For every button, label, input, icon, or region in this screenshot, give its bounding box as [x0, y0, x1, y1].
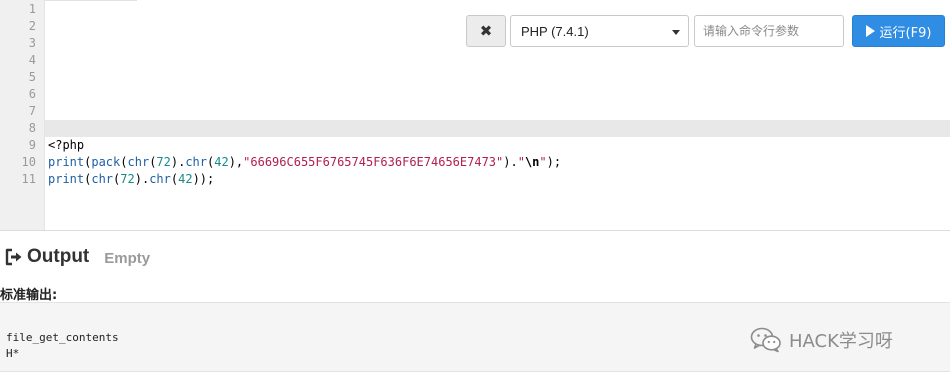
language-select[interactable]: PHP (7.4.1)	[510, 15, 689, 47]
wechat-icon	[750, 327, 781, 353]
line-number: 2	[28, 19, 36, 33]
chevron-down-icon	[672, 30, 680, 35]
line-number: 11	[21, 172, 36, 186]
watermark-text: HACK学习呀	[789, 331, 893, 352]
clear-button[interactable]: ✖	[466, 15, 506, 47]
code-token-function: print	[48, 172, 85, 186]
code-token: <?php	[48, 138, 85, 152]
code-token-function: chr	[91, 172, 114, 186]
line-number: 1	[28, 2, 36, 16]
code-token-string: "66696C655F6765745F636F6E74656E7473"	[243, 155, 504, 169]
code-token: ).	[134, 172, 150, 186]
code-token: (	[120, 155, 128, 169]
code-token-number: 72	[120, 172, 135, 186]
code-token: ),	[228, 155, 244, 169]
line-number: 3	[28, 36, 36, 50]
output-status: Empty	[104, 250, 151, 267]
code-token-number: 42	[178, 172, 193, 186]
code-token: ).	[170, 155, 186, 169]
line-number-gutter: 1 2 3 4 5 6 7 8 9 10 11	[0, 0, 45, 230]
code-token-function: print	[48, 155, 85, 169]
run-button[interactable]: 运行(F9)	[852, 15, 945, 47]
code-token: ).	[503, 155, 518, 169]
stdout-label: 标准输出:	[0, 288, 58, 303]
code-token-number: 72	[156, 155, 171, 169]
line-number: 5	[28, 70, 36, 84]
watermark: HACK学习呀	[750, 326, 893, 354]
code-token-string: "	[539, 155, 547, 169]
code-token-string: "	[517, 155, 525, 169]
code-token-function: pack	[91, 155, 121, 169]
code-token-function: chr	[185, 155, 208, 169]
run-button-label: 运行(F9)	[879, 25, 932, 41]
close-icon: ✖	[479, 23, 493, 40]
stdout-line: file_get_contents	[6, 331, 119, 344]
code-token-escape: \n	[524, 155, 540, 169]
line-number: 9	[28, 138, 36, 152]
code-token: ));	[192, 172, 215, 186]
language-select-value: PHP (7.4.1)	[521, 23, 589, 39]
code-line-10[interactable]: print(pack(chr(72).chr(42),"66696C655F67…	[48, 154, 561, 171]
line-number: 10	[21, 155, 36, 169]
code-token-function: chr	[149, 172, 171, 186]
code-token-function: chr	[127, 155, 150, 169]
play-icon	[865, 25, 875, 37]
line-number: 4	[28, 53, 36, 67]
code-line-11[interactable]: print(chr(72).chr(42));	[48, 171, 214, 188]
code-line-9[interactable]: <?php	[48, 137, 84, 154]
line-number: 6	[28, 87, 36, 101]
exit-icon	[5, 248, 22, 266]
command-args-input[interactable]	[694, 15, 844, 47]
active-line-highlight	[0, 120, 950, 137]
line-number: 7	[28, 104, 36, 118]
stdout-line: H*	[6, 347, 20, 360]
code-token-number: 42	[214, 155, 229, 169]
output-title: Output	[27, 246, 90, 267]
output-header: Output Empty	[0, 243, 150, 271]
line-number: 8	[28, 121, 36, 135]
code-token: );	[546, 155, 562, 169]
